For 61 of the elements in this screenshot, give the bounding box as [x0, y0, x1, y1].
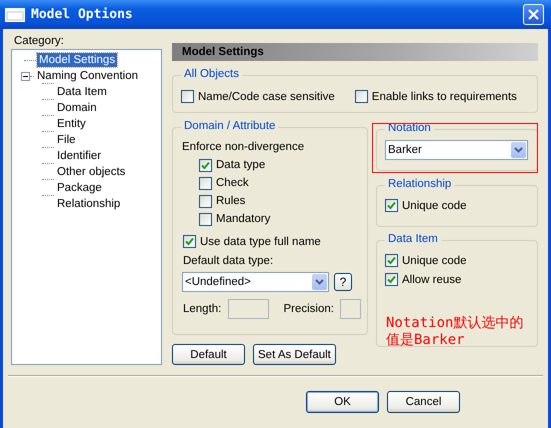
tree-item[interactable]: Data Item: [55, 85, 109, 99]
tree-item[interactable]: Identifier: [55, 149, 104, 163]
group-title: Domain / Attribute: [181, 120, 278, 132]
check-icon: [387, 201, 396, 210]
checkbox[interactable]: [199, 158, 212, 172]
tree-item[interactable]: Entity: [55, 117, 88, 131]
panel-button[interactable]: Default: [172, 344, 245, 365]
help-button[interactable]: ?: [334, 273, 352, 291]
precision-field[interactable]: [340, 299, 361, 319]
window-title: Model Options: [31, 7, 134, 22]
checkbox-label[interactable]: Name/Code case sensitive: [198, 90, 335, 102]
window-icon: [5, 8, 25, 22]
checkbox-label[interactable]: Check: [216, 177, 249, 189]
checkbox-label[interactable]: Mandatory: [216, 213, 270, 225]
group-title: Relationship: [385, 178, 454, 190]
notation-dropdown[interactable]: Barker: [385, 140, 528, 160]
checkbox[interactable]: [199, 212, 212, 226]
panel-button[interactable]: Set As Default: [253, 344, 336, 365]
length-field[interactable]: [228, 299, 270, 319]
group-label: Enforce non-divergence: [182, 140, 306, 155]
field-label: Length:: [183, 303, 222, 315]
field-label: Precision:: [283, 303, 335, 315]
group-title: Data Item: [385, 233, 441, 245]
tree-item[interactable]: Package: [55, 181, 104, 195]
group-title: All Objects: [181, 68, 242, 80]
check-icon: [387, 256, 396, 265]
checkbox[interactable]: [385, 273, 398, 286]
checkbox[interactable]: [199, 194, 212, 208]
check-icon: [387, 275, 396, 284]
dialog-button[interactable]: OK: [306, 391, 379, 413]
data-type-dropdown[interactable]: <Undefined>: [182, 272, 329, 292]
field-label: Default data type:: [183, 255, 274, 269]
annotation-text: Notation默认选中的值是Barker: [386, 315, 524, 349]
section-header: Model Settings: [172, 43, 538, 61]
checkbox-label[interactable]: Allow reuse: [402, 274, 462, 286]
check-icon: [201, 160, 210, 170]
tree-item[interactable]: Model Settings: [37, 53, 118, 67]
checkbox-label[interactable]: Use data type full name: [200, 236, 321, 248]
checkbox-label[interactable]: Unique code: [402, 200, 467, 212]
tree-item[interactable]: Other objects: [55, 165, 128, 179]
checkbox[interactable]: [354, 90, 368, 103]
dialog-button[interactable]: Cancel: [387, 391, 460, 413]
checkbox[interactable]: [183, 235, 196, 248]
checkbox[interactable]: [385, 199, 398, 212]
check-icon: [185, 237, 194, 246]
checkbox-label[interactable]: Rules: [216, 195, 246, 207]
checkbox-label[interactable]: Data type: [216, 159, 266, 171]
tree-item[interactable]: Naming Convention: [35, 69, 140, 83]
tree-item[interactable]: Domain: [55, 101, 99, 115]
group-title: Notation: [385, 122, 434, 134]
checkbox-label[interactable]: Unique code: [402, 254, 467, 266]
close-icon: [528, 9, 539, 20]
category-label: Category:: [14, 35, 65, 49]
tree-item[interactable]: File: [55, 133, 78, 147]
checkbox-label[interactable]: Enable links to requirements: [372, 90, 517, 102]
category-tree[interactable]: Model Settings Naming Convention Data Item Domain Entity File Identifier Other objects Package Relationship: [11, 49, 162, 365]
close-button[interactable]: [523, 4, 544, 25]
checkbox[interactable]: [181, 90, 194, 103]
checkbox[interactable]: [385, 254, 398, 267]
tree-item[interactable]: Relationship: [55, 197, 122, 211]
checkbox[interactable]: [199, 176, 212, 190]
